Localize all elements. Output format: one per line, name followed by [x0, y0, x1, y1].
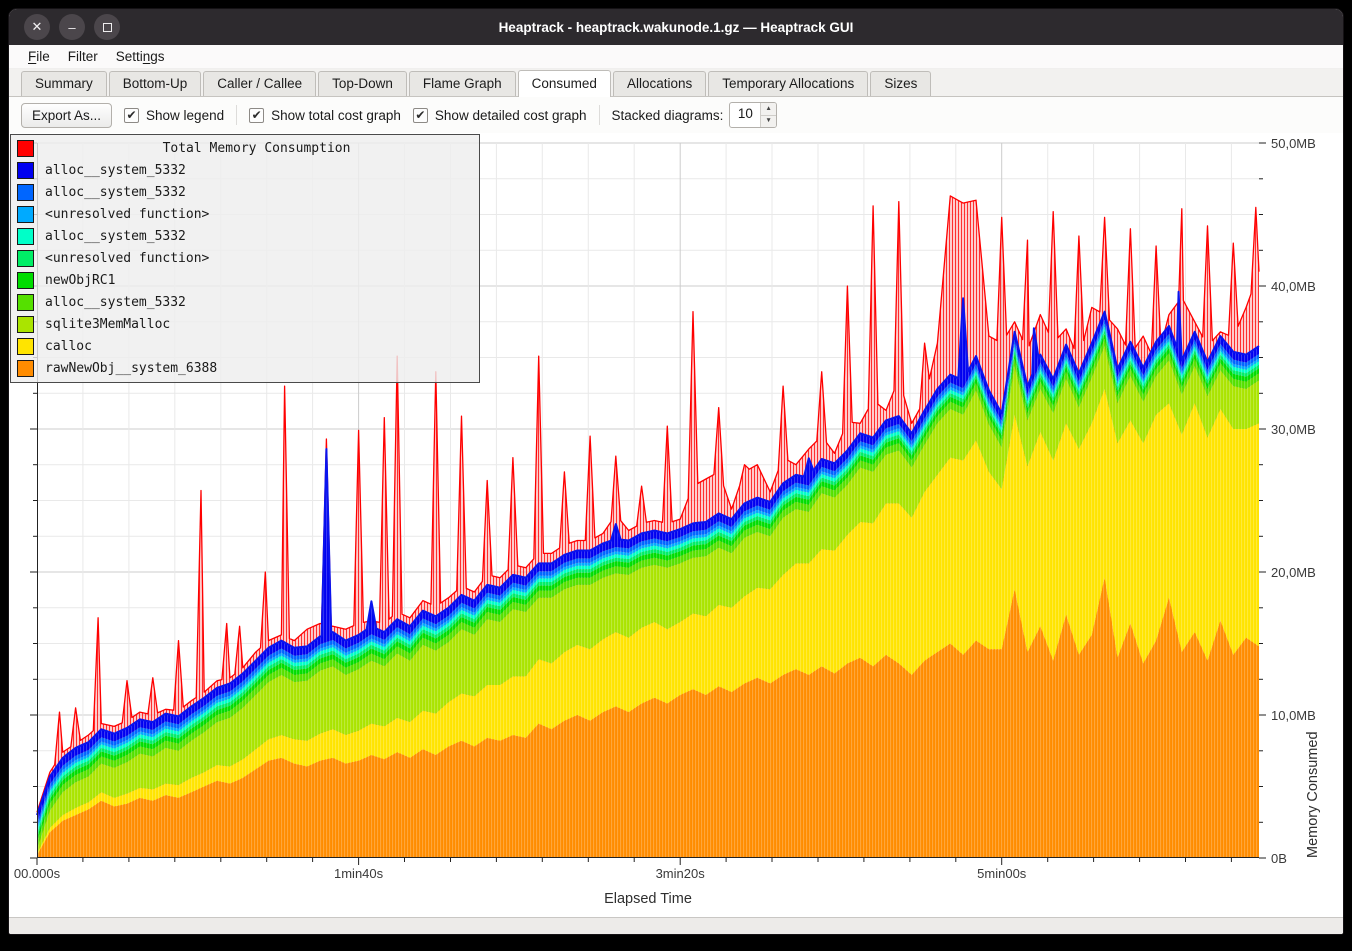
x-axis-title: Elapsed Time: [37, 891, 1259, 907]
legend-item: newObjRC1: [11, 269, 479, 291]
tab-flame-graph[interactable]: Flame Graph: [409, 71, 516, 96]
legend-item-label: alloc__system_5332: [45, 185, 186, 200]
legend-item-label: rawNewObj__system_6388: [45, 361, 217, 376]
legend-item: alloc__system_5332: [11, 159, 479, 181]
show-detailed-cost-checkbox[interactable]: ✔ Show detailed cost graph: [413, 108, 587, 123]
consumed-chart: Total Memory Consumption alloc__system_5…: [9, 133, 1343, 917]
legend-swatch: [17, 294, 34, 311]
legend-title: Total Memory Consumption: [34, 141, 479, 156]
tab-bar: Summary Bottom-Up Caller / Callee Top-Do…: [9, 69, 1343, 97]
export-as-button[interactable]: Export As...: [21, 103, 112, 128]
show-total-cost-checkbox[interactable]: ✔ Show total cost graph: [249, 108, 401, 123]
menu-settings[interactable]: Settings: [107, 47, 174, 66]
legend-item-label: newObjRC1: [45, 273, 115, 288]
stacked-diagrams-value[interactable]: 10: [730, 103, 760, 127]
chart-legend: Total Memory Consumption alloc__system_5…: [10, 134, 480, 383]
stacked-diagrams-label: Stacked diagrams:: [612, 108, 724, 123]
legend-title-row: Total Memory Consumption: [11, 137, 479, 159]
legend-item: rawNewObj__system_6388: [11, 357, 479, 379]
legend-item: <unresolved function>: [11, 203, 479, 225]
legend-swatch: [17, 206, 34, 223]
tab-caller-callee[interactable]: Caller / Callee: [203, 71, 316, 96]
legend-swatch: [17, 184, 34, 201]
spinner-up-icon[interactable]: ▲: [761, 103, 775, 116]
legend-swatch: [17, 250, 34, 267]
legend-item-label: alloc__system_5332: [45, 295, 186, 310]
legend-item-label: <unresolved function>: [45, 207, 209, 222]
tab-bottom-up[interactable]: Bottom-Up: [109, 71, 202, 96]
legend-swatch: [17, 338, 34, 355]
legend-swatch: [17, 272, 34, 289]
y-axis-title: Memory Consumed: [1305, 143, 1321, 858]
legend-item-label: calloc: [45, 339, 92, 354]
menu-file[interactable]: File: [19, 47, 59, 66]
checkbox-checked-icon: ✔: [124, 108, 139, 123]
toolbar-separator: [236, 105, 237, 125]
checkbox-label: Show legend: [146, 108, 224, 123]
tab-top-down[interactable]: Top-Down: [318, 71, 407, 96]
x-axis-tick-label: 00.000s: [8, 866, 82, 881]
x-axis-tick-label: 3min20s: [635, 866, 725, 881]
legend-swatch: [17, 162, 34, 179]
tab-allocations[interactable]: Allocations: [613, 71, 706, 96]
legend-item-label: sqlite3MemMalloc: [45, 317, 170, 332]
legend-swatch: [17, 228, 34, 245]
tab-consumed[interactable]: Consumed: [518, 70, 611, 97]
stacked-diagrams-spinner[interactable]: 10 ▲ ▼: [729, 102, 776, 128]
toolbar-separator: [599, 105, 600, 125]
menu-filter[interactable]: Filter: [59, 47, 107, 66]
legend-item: <unresolved function>: [11, 247, 479, 269]
legend-item: alloc__system_5332: [11, 181, 479, 203]
title-bar[interactable]: ✕ – Heaptrack - heaptrack.wakunode.1.gz …: [9, 9, 1343, 45]
legend-item: calloc: [11, 335, 479, 357]
legend-item-label: alloc__system_5332: [45, 229, 186, 244]
tab-temporary-allocations[interactable]: Temporary Allocations: [708, 71, 868, 96]
checkbox-checked-icon: ✔: [249, 108, 264, 123]
menu-bar: FileFilterSettings: [9, 45, 1343, 69]
app-window: ✕ – Heaptrack - heaptrack.wakunode.1.gz …: [8, 8, 1344, 935]
legend-item-label: <unresolved function>: [45, 251, 209, 266]
tab-sizes[interactable]: Sizes: [870, 71, 931, 96]
show-legend-checkbox[interactable]: ✔ Show legend: [124, 108, 224, 123]
legend-item: sqlite3MemMalloc: [11, 313, 479, 335]
legend-item: alloc__system_5332: [11, 225, 479, 247]
checkbox-label: Show total cost graph: [271, 108, 401, 123]
legend-item-label: alloc__system_5332: [45, 163, 186, 178]
chart-toolbar: Export As... ✔ Show legend ✔ Show total …: [9, 97, 1343, 133]
legend-item: alloc__system_5332: [11, 291, 479, 313]
spinner-down-icon[interactable]: ▼: [761, 116, 775, 128]
x-axis-tick-label: 1min40s: [314, 866, 404, 881]
y-axis-tick-label: 0B: [1271, 851, 1287, 866]
tab-summary[interactable]: Summary: [21, 71, 107, 96]
x-axis-tick-label: 5min00s: [957, 866, 1047, 881]
legend-swatch: [17, 316, 34, 333]
window-bottom-strip: [9, 917, 1343, 934]
checkbox-checked-icon: ✔: [413, 108, 428, 123]
window-title: Heaptrack - heaptrack.wakunode.1.gz — He…: [9, 20, 1343, 35]
legend-swatch: [17, 140, 34, 157]
legend-swatch: [17, 360, 34, 377]
checkbox-label: Show detailed cost graph: [435, 108, 587, 123]
